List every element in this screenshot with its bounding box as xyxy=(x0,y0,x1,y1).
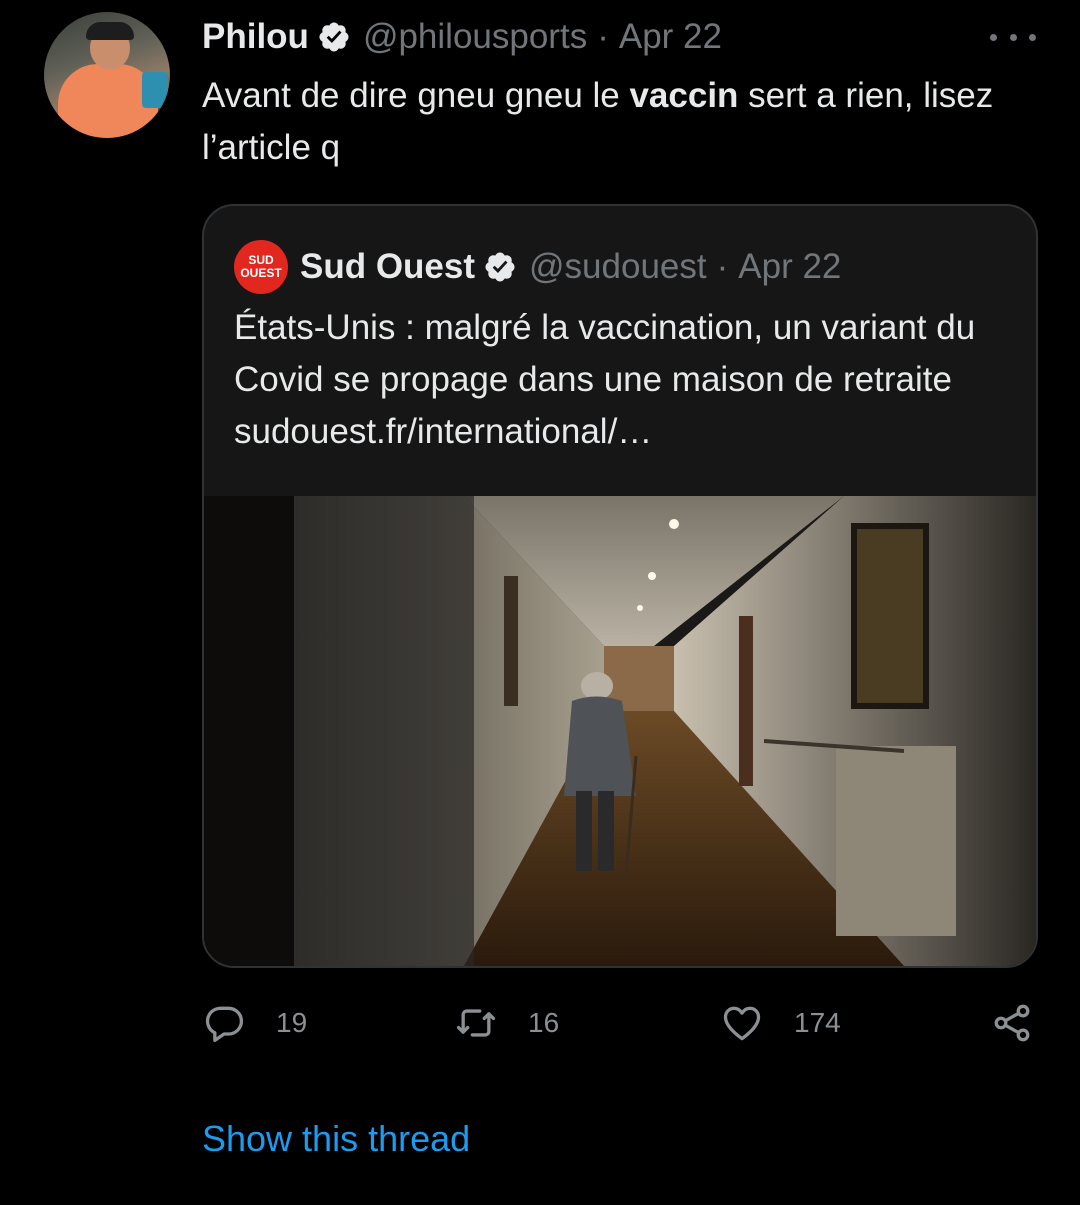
quoted-tweet[interactable]: SUD OUEST Sud Ouest @sudouest · Apr 22 É… xyxy=(202,204,1038,968)
quoted-tweet-header: SUD OUEST Sud Ouest @sudouest · Apr 22 xyxy=(234,240,841,294)
author-name[interactable]: Philou xyxy=(202,17,309,57)
author-handle[interactable]: @philousports xyxy=(363,17,587,57)
tweet-header: Philou @philousports · Apr 22 xyxy=(202,14,722,60)
tweet-date[interactable]: Apr 22 xyxy=(619,17,722,57)
avatar[interactable] xyxy=(44,12,170,138)
more-icon[interactable] xyxy=(990,22,1036,52)
quoted-tweet-image[interactable] xyxy=(204,496,1036,966)
reply-button[interactable]: 19 xyxy=(202,1000,307,1046)
retweet-button[interactable]: 16 xyxy=(454,1000,559,1046)
tweet-text: Avant de dire gneu gneu le vaccin sert a… xyxy=(202,70,1022,174)
tweet-text-before: Avant de dire gneu gneu le xyxy=(202,76,630,115)
retweet-count: 16 xyxy=(528,1007,560,1038)
reply-count: 19 xyxy=(276,1007,308,1038)
verified-badge-icon xyxy=(317,20,351,54)
retweet-icon xyxy=(456,1009,496,1037)
quoted-author-handle[interactable]: @sudouest xyxy=(529,247,707,287)
tweet-actions: 19 16 174 xyxy=(202,1000,1042,1046)
reply-icon xyxy=(205,1006,244,1043)
like-icon xyxy=(723,1006,761,1041)
show-thread-link[interactable]: Show this thread xyxy=(202,1118,470,1160)
like-button[interactable]: 174 xyxy=(720,1000,841,1046)
like-count: 174 xyxy=(794,1007,841,1038)
tweet-text-bold: vaccin xyxy=(629,76,739,115)
quoted-date[interactable]: Apr 22 xyxy=(738,247,841,287)
share-icon xyxy=(994,1004,1030,1042)
separator: · xyxy=(716,247,729,286)
quoted-tweet-text: États-Unis : malgré la vaccination, un v… xyxy=(234,308,976,451)
sud-ouest-logo: SUD OUEST xyxy=(234,240,288,294)
verified-badge-icon xyxy=(483,250,517,284)
quoted-author-name[interactable]: Sud Ouest xyxy=(300,247,475,287)
share-button[interactable] xyxy=(990,1000,1034,1046)
separator: · xyxy=(597,17,609,56)
